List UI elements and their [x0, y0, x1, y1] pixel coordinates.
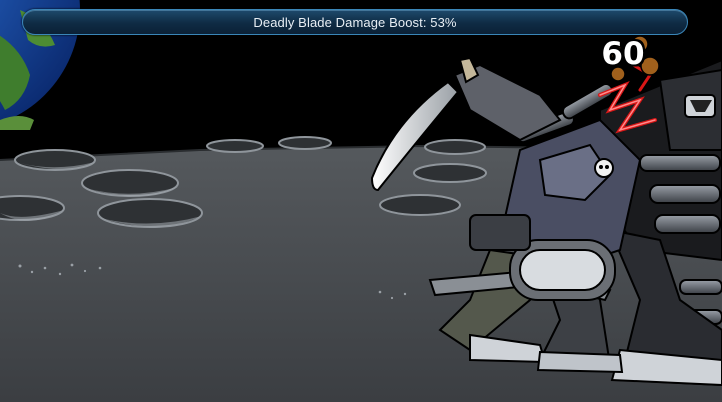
- skull-emblem: [594, 158, 614, 178]
- buff-status-text: Deadly Blade Damage Boost: 53%: [253, 14, 457, 30]
- game-stage: Deadly Blade Damage Boost: 53% 60: [0, 0, 722, 402]
- damage-number: 60: [601, 36, 645, 72]
- buff-status-bar: Deadly Blade Damage Boost: 53%: [22, 9, 688, 35]
